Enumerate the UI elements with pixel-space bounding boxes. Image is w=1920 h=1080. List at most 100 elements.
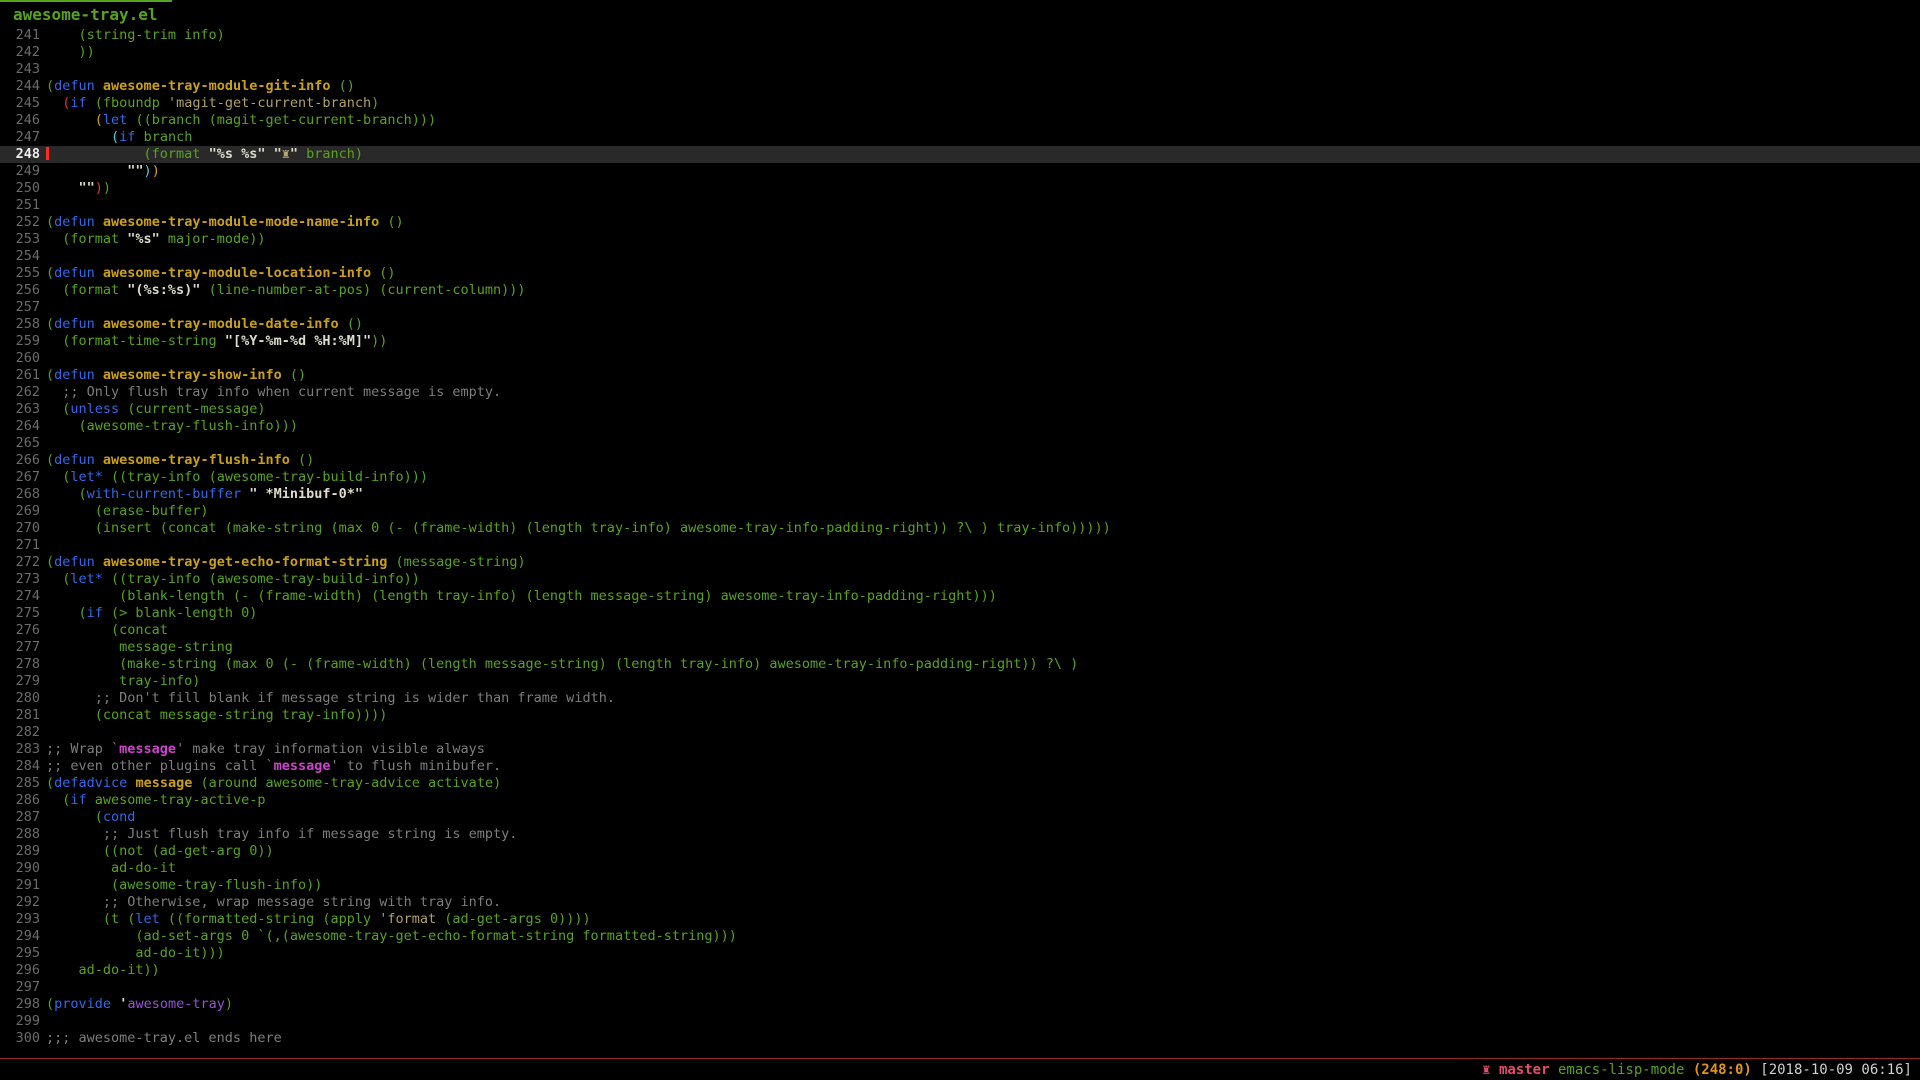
line-number: 290 [0,860,40,877]
code-line[interactable]: 268 (with-current-buffer " *Minibuf-0*" [0,486,1920,503]
line-number: 278 [0,656,40,673]
code-line[interactable]: 272(defun awesome-tray-get-echo-format-s… [0,554,1920,571]
code-token [46,894,103,910]
code-line[interactable]: 287 (cond [0,809,1920,826]
line-number: 263 [0,401,40,418]
line-number: 299 [0,1013,40,1030]
line-number: 262 [0,384,40,401]
code-token: ((tray-info (awesome-tray-build-info)) [103,571,420,587]
code-line[interactable]: 267 (let* ((tray-info (awesome-tray-buil… [0,469,1920,486]
code-token: () [290,452,314,468]
code-line[interactable]: 243 [0,61,1920,78]
code-token: ad-do-it)) [46,962,160,978]
code-line[interactable]: 284;; even other plugins call `message' … [0,758,1920,775]
line-number: 296 [0,962,40,979]
code-line[interactable]: 257 [0,299,1920,316]
code-line[interactable]: 282 [0,724,1920,741]
code-line[interactable]: 275 (if (> blank-length 0) [0,605,1920,622]
code-token: ( [46,809,103,825]
code-line[interactable]: 253 (format "%s" major-mode)) [0,231,1920,248]
code-line[interactable]: 247 (if branch [0,129,1920,146]
code-line[interactable]: 291 (awesome-tray-flush-info)) [0,877,1920,894]
code-line[interactable]: 251 [0,197,1920,214]
code-line[interactable]: 242 )) [0,44,1920,61]
code-line[interactable]: 246 (let ((branch (magit-get-current-bra… [0,112,1920,129]
code-token [46,384,62,400]
code-line[interactable]: 294 (ad-set-args 0 `(,(awesome-tray-get-… [0,928,1920,945]
code-token: (awesome-tray-flush-info))) [46,418,298,434]
code-token: (around awesome-tray-advice activate) [192,775,501,791]
code-line[interactable]: 271 [0,537,1920,554]
code-line[interactable]: 297 [0,979,1920,996]
code-token [241,486,249,502]
code-line[interactable]: 299 [0,1013,1920,1030]
code-line[interactable]: 245 (if (fboundp 'magit-get-current-bran… [0,95,1920,112]
code-line[interactable]: 241 (string-trim info) [0,27,1920,44]
code-line[interactable]: 280 ;; Don't fill blank if message strin… [0,690,1920,707]
code-line[interactable]: 278 (make-string (max 0 (- (frame-width)… [0,656,1920,673]
code-line[interactable]: 286 (if awesome-tray-active-p [0,792,1920,809]
code-token: ;; Wrap ` [46,741,119,757]
code-line[interactable]: 281 (concat message-string tray-info)))) [0,707,1920,724]
line-number: 268 [0,486,40,503]
code-area[interactable]: 241 (string-trim info)242 ))243244(defun… [0,27,1920,1047]
code-line[interactable]: 249 "")) [0,163,1920,180]
code-line[interactable]: 285(defadvice message (around awesome-tr… [0,775,1920,792]
code-token: defun [54,554,95,570]
code-line[interactable]: 252(defun awesome-tray-module-mode-name-… [0,214,1920,231]
code-line[interactable]: 298(provide 'awesome-tray) [0,996,1920,1013]
code-token: (ad-set-args 0 `(,(awesome-tray-get-echo… [46,928,737,944]
code-line[interactable]: 289 ((not (ad-get-arg 0)) [0,843,1920,860]
line-number: 285 [0,775,40,792]
code-line[interactable]: 270 (insert (concat (make-string (max 0 … [0,520,1920,537]
code-line[interactable]: 279 tray-info) [0,673,1920,690]
code-line[interactable]: 254 [0,248,1920,265]
line-number: 252 [0,214,40,231]
code-line[interactable]: 283;; Wrap `message' make tray informati… [0,741,1920,758]
code-line[interactable]: 269 (erase-buffer) [0,503,1920,520]
line-number: 247 [0,129,40,146]
code-line[interactable]: 295 ad-do-it))) [0,945,1920,962]
code-line[interactable]: 263 (unless (current-message) [0,401,1920,418]
code-line[interactable]: 264 (awesome-tray-flush-info))) [0,418,1920,435]
code-token: (format [46,146,209,162]
code-line[interactable]: 293 (t (let ((formatted-string (apply 'f… [0,911,1920,928]
code-line[interactable]: 262 ;; Only flush tray info when current… [0,384,1920,401]
code-line-current[interactable]: 248 (format "%s %s" "♜" branch) [0,146,1920,163]
code-token [46,180,79,196]
code-line[interactable]: 276 (concat [0,622,1920,639]
code-line[interactable]: 250 "")) [0,180,1920,197]
code-line[interactable]: 296 ad-do-it)) [0,962,1920,979]
code-line[interactable]: 260 [0,350,1920,367]
line-number: 249 [0,163,40,180]
code-line[interactable]: 288 ;; Just flush tray info if message s… [0,826,1920,843]
code-line[interactable]: 290 ad-do-it [0,860,1920,877]
code-token: ( [46,469,70,485]
code-line[interactable]: 300 ;;; awesome-tray.el ends here [0,1030,1920,1047]
code-token: awesome-tray-module-date-info [103,316,339,332]
code-token: ((branch (magit-get-current-branch))) [127,112,436,128]
code-line[interactable]: 258(defun awesome-tray-module-date-info … [0,316,1920,333]
code-token: ;;; awesome-tray.el ends here [46,1030,282,1046]
buffer-tab: awesome-tray.el [0,0,172,26]
code-token [46,690,95,706]
code-line[interactable]: 274 (blank-length (- (frame-width) (leng… [0,588,1920,605]
code-token: ) [95,180,103,196]
code-line[interactable]: 261(defun awesome-tray-show-info () [0,367,1920,384]
line-number: 245 [0,95,40,112]
code-token: (erase-buffer) [46,503,209,519]
tray-date: [2018-10-09 06:16] [1752,1062,1912,1078]
code-line[interactable]: 266(defun awesome-tray-flush-info () [0,452,1920,469]
line-number: 265 [0,435,40,452]
code-line[interactable]: 277 message-string [0,639,1920,656]
line-number: 257 [0,299,40,316]
code-token: branch [135,129,192,145]
code-line[interactable]: 255(defun awesome-tray-module-location-i… [0,265,1920,282]
code-line[interactable]: 256 (format "(%s:%s)" (line-number-at-po… [0,282,1920,299]
line-number: 300 [0,1030,40,1047]
code-line[interactable]: 273 (let* ((tray-info (awesome-tray-buil… [0,571,1920,588]
code-line[interactable]: 265 [0,435,1920,452]
code-line[interactable]: 259 (format-time-string "[%Y-%m-%d %H:%M… [0,333,1920,350]
code-line[interactable]: 244(defun awesome-tray-module-git-info (… [0,78,1920,95]
code-line[interactable]: 292 ;; Otherwise, wrap message string wi… [0,894,1920,911]
